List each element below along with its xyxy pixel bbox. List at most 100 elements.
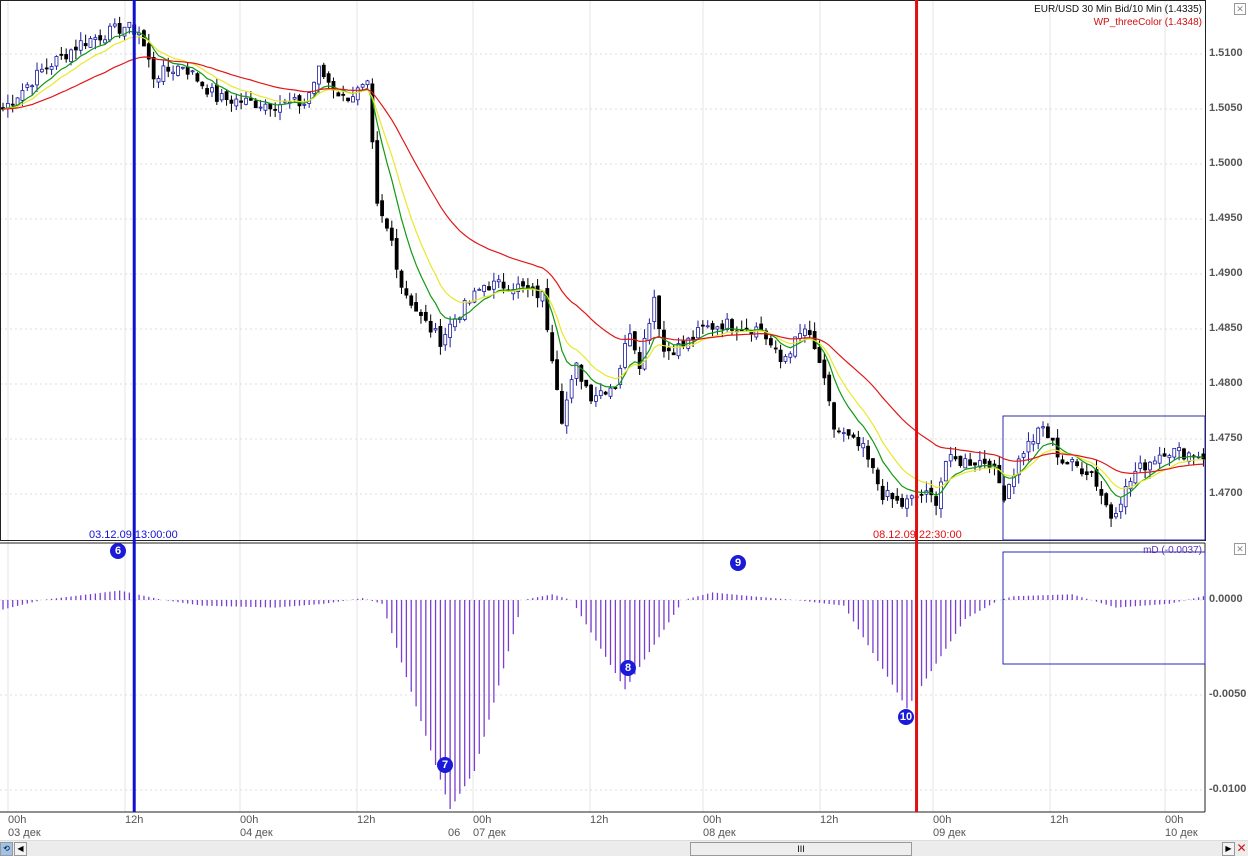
candle-bullish	[443, 334, 448, 346]
candle-bearish	[487, 286, 491, 291]
candle-bearish	[900, 497, 904, 507]
candle-bearish	[958, 455, 963, 466]
candle-bearish	[214, 84, 219, 102]
candle-bearish	[919, 493, 924, 496]
candle-bullish	[112, 23, 117, 27]
candle-bullish	[696, 327, 700, 339]
chart-canvas[interactable]	[0, 0, 1248, 840]
instrument-legend: EUR/USD 30 Min Bid/10 Min (1.4335)	[1034, 4, 1202, 15]
candle-bullish	[705, 325, 710, 328]
price-tick-label: 1.5000	[1209, 157, 1243, 169]
candle-bullish	[93, 37, 98, 40]
candle-bearish	[895, 495, 900, 501]
candle-bearish	[560, 391, 564, 424]
close-pane-icon[interactable]: ✕	[1234, 3, 1246, 15]
candle-bullish	[25, 84, 30, 88]
candle-bearish	[117, 22, 122, 34]
candle-bearish	[535, 285, 540, 299]
price-tick-label: 1.4850	[1209, 322, 1243, 334]
oscillator-tick-label: -0.0050	[1209, 688, 1247, 700]
time-tick-date: 04 дек	[240, 827, 273, 839]
oscillator-tick-label: -0.0100	[1209, 783, 1247, 795]
candle-bullish	[1157, 454, 1162, 464]
horizontal-scrollbar[interactable]: ⟲ ◀ III ▶ ✕	[0, 840, 1248, 856]
candle-bullish	[1036, 427, 1041, 444]
candle-bullish	[798, 333, 802, 339]
close-chart-icon[interactable]: ✕	[1236, 842, 1247, 854]
candle-bullish	[1041, 426, 1045, 429]
candle-bullish	[39, 68, 44, 73]
candle-bearish	[380, 200, 384, 217]
candle-bearish	[83, 43, 88, 47]
candle-bullish	[453, 318, 457, 328]
time-tick-hour: 12h	[125, 814, 144, 826]
candle-bearish	[768, 338, 773, 346]
wave-marker-10: 10	[898, 709, 914, 725]
candle-bullish	[1007, 484, 1011, 499]
candle-bearish	[98, 35, 103, 41]
candle-bearish	[837, 430, 841, 433]
candle-bearish	[1104, 493, 1109, 506]
candle-bullish	[642, 337, 647, 370]
candle-bearish	[657, 295, 661, 330]
candle-bullish	[210, 87, 214, 93]
candle-bullish	[88, 38, 93, 48]
candle-bullish	[477, 288, 482, 291]
candle-bearish	[273, 108, 278, 111]
candle-bearish	[1065, 462, 1070, 465]
candle-bullish	[30, 85, 35, 88]
candle-bullish	[943, 461, 948, 482]
candle-bearish	[613, 387, 618, 389]
candle-bearish	[389, 227, 394, 241]
candle-bullish	[948, 454, 953, 462]
candle-bearish	[1050, 437, 1055, 441]
cursor-label-red: 08.12.09 22:30:00	[873, 529, 962, 541]
selection-box-oscillator	[1002, 551, 1206, 665]
oscillator-legend: mD (-0.0037)	[1143, 545, 1202, 556]
candle-bullish	[302, 103, 307, 106]
scroll-left-button[interactable]: ◀	[14, 842, 27, 856]
wave-marker-6: 6	[110, 543, 126, 559]
candle-bearish	[321, 64, 326, 78]
candle-bullish	[496, 279, 501, 283]
candle-bearish	[1002, 485, 1007, 501]
candle-bullish	[176, 65, 180, 76]
price-tick-label: 1.5050	[1209, 102, 1243, 114]
candle-bullish	[108, 25, 112, 41]
close-oscillator-icon[interactable]: ✕	[1234, 543, 1246, 555]
candle-bullish	[258, 106, 263, 109]
candle-bearish	[394, 238, 399, 270]
time-tick-hour: 00h	[8, 814, 27, 826]
candle-bearish	[326, 73, 331, 83]
scroll-right-button[interactable]: ▶	[1222, 842, 1235, 856]
candle-bearish	[973, 462, 977, 466]
price-tick-label: 1.4800	[1209, 377, 1243, 389]
candle-bullish	[1031, 441, 1036, 445]
candle-bearish	[336, 92, 341, 97]
candle-bullish	[861, 443, 866, 449]
candle-bearish	[773, 347, 778, 350]
candle-bullish	[316, 65, 321, 85]
candle-bullish	[1167, 455, 1172, 459]
candle-bullish	[278, 104, 282, 113]
candle-bearish	[890, 492, 895, 500]
candle-bullish	[156, 78, 161, 83]
candle-bullish	[963, 458, 968, 469]
candle-bullish	[715, 326, 720, 330]
candle-bearish	[521, 281, 525, 287]
cursor-label-blue: 03.12.09 13:00:00	[89, 529, 178, 541]
home-icon[interactable]: ⟲	[0, 842, 13, 856]
oscillator-tick-label: 0.0000	[1209, 593, 1243, 605]
candle-bearish	[419, 311, 423, 316]
candle-bearish	[555, 359, 559, 390]
time-tick-date: 08 дек	[703, 827, 736, 839]
time-tick-hour: 00h	[1165, 814, 1184, 826]
time-tick-date: 10 дек	[1165, 827, 1198, 839]
scrollbar-thumb[interactable]: III	[690, 842, 912, 856]
candle-bullish	[78, 40, 83, 51]
candle-bullish	[351, 96, 355, 103]
candle-bearish	[817, 346, 822, 363]
candle-bullish	[35, 69, 39, 86]
moving-average-fast	[2, 30, 1204, 499]
candle-bearish	[1046, 426, 1050, 439]
